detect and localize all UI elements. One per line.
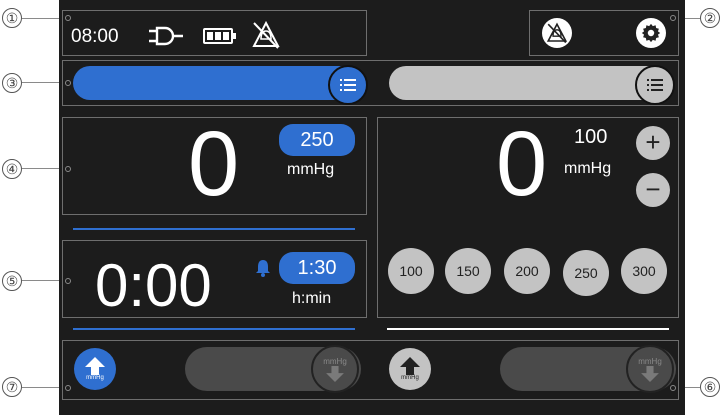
callout-1-anchor [65,15,71,21]
preset-100-button[interactable]: 100 [388,248,434,294]
decrease-button[interactable]: − [636,173,670,207]
preset-150-button[interactable]: 150 [445,248,491,294]
callout-2: ② [700,8,720,28]
left-deflate-button[interactable]: mmHg [311,345,359,393]
preset-300-button[interactable]: 300 [621,248,667,294]
callout-7-anchor [65,385,71,391]
left-timer-target-button[interactable]: 1:30 [279,252,355,284]
callout-6: ⑥ [700,377,720,397]
right-pressure-unit: mmHg [564,160,612,177]
left-divider [73,228,355,230]
right-deflate-unit: mmHg [638,356,662,366]
callout-6-anchor [670,385,676,391]
callout-7: ⑦ [2,377,22,397]
right-channel-bar[interactable] [389,65,675,105]
list-icon [647,79,663,91]
callout-4-anchor [65,166,71,172]
inflate-controls-panel: mmHg mmHg mmHg mmHg [62,340,679,400]
clock-time: 08:00 [71,26,119,47]
left-timer-unit: h:min [292,290,332,307]
callout-5: ⑤ [2,271,22,291]
right-inflate-button[interactable]: mmHg [389,348,431,390]
arrow-down-icon [326,365,344,382]
callout-2-anchor [670,15,676,21]
status-bar-panel: 08:00 [62,10,367,56]
callout-4: ④ [2,159,22,179]
left-pressure-unit: mmHg [287,161,335,178]
left-pressure-panel: 0 250 mmHg [62,113,367,215]
battery-icon [203,27,237,50]
left-channel-menu-button[interactable] [328,65,368,105]
callout-3: ③ [2,73,22,93]
channel-bars-panel [62,60,679,106]
alarm-muted-icon [251,20,281,55]
left-deflate-unit: mmHg [323,356,347,366]
alarm-mute-button[interactable] [542,18,572,48]
gear-icon [641,23,661,43]
callout-5-anchor [65,278,71,284]
left-channel-bar-fill [73,66,356,100]
left-pressure-value: 0 [188,113,240,215]
right-deflate-button[interactable]: mmHg [626,345,674,393]
arrow-up-icon [85,357,105,375]
arrow-up-icon [400,357,420,375]
left-inflate-button[interactable]: mmHg [74,348,116,390]
right-channel-bar-fill [389,66,672,100]
power-plug-icon [147,25,185,52]
left-timer-panel: 0:00 1:30 h:min [62,240,367,319]
increase-button[interactable]: + [636,126,670,160]
list-icon [340,79,356,91]
arrow-down-icon [641,365,659,382]
right-inflate-unit: mmHg [401,375,419,381]
left-target-pressure-button[interactable]: 250 [279,124,355,156]
right-pressure-panel: 0 100 mmHg + − 100 150 200 250 300 [377,113,679,318]
right-pressure-value: 0 [496,113,548,215]
device-screen: 08:00 0 250 mmHg 0:00 1:30 h:min 0 100 m… [59,0,685,415]
right-divider [387,328,669,330]
top-controls-panel [529,10,679,56]
alarm-muted-icon [546,22,568,44]
left-timer-value: 0:00 [95,252,212,319]
left-inflate-unit: mmHg [86,375,104,381]
preset-200-button[interactable]: 200 [504,248,550,294]
left-channel-bar[interactable] [73,65,368,105]
callout-1: ① [2,8,22,28]
bell-icon [255,259,271,282]
preset-250-button[interactable]: 250 [563,250,609,296]
right-channel-menu-button[interactable] [635,65,675,105]
right-target-pressure: 100 [574,126,608,148]
callout-3-anchor [65,80,71,86]
left-deflate-slider[interactable]: mmHg [185,345,361,393]
right-deflate-slider[interactable]: mmHg [500,345,676,393]
settings-button[interactable] [636,18,666,48]
left-bottom-divider [73,328,355,330]
